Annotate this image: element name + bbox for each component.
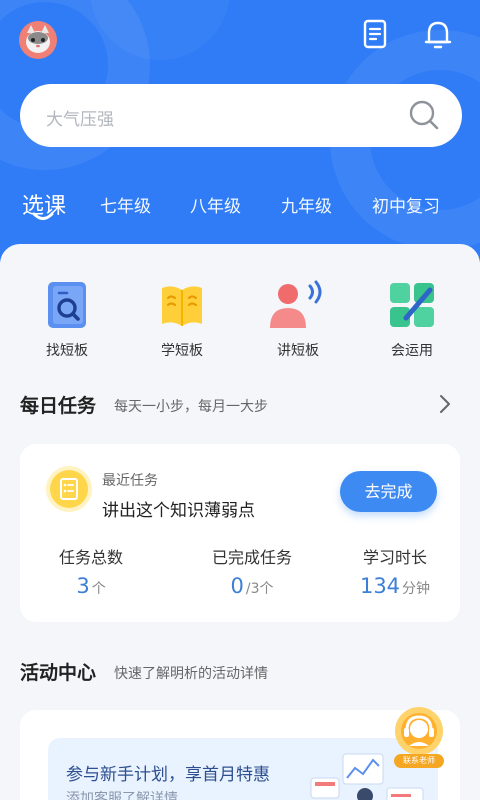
search-bar[interactable]: 大气压强: [20, 84, 462, 147]
cat-avatar-icon: [26, 25, 50, 53]
daily-task-card: 最近任务 讲出这个知识薄弱点 去完成 任务总数 3个 已完成任务 0/3个 学习…: [20, 444, 460, 622]
stat-label: 任务总数: [58, 548, 123, 567]
stat-unit: /3个: [245, 581, 274, 597]
quick-action-label: 学短板: [161, 343, 203, 359]
stat-study-time: 学习时长 134 分钟: [350, 544, 440, 598]
stat-unit: 个: [91, 581, 106, 597]
quick-action-learn-weakness[interactable]: 学短板: [142, 280, 222, 360]
avatar[interactable]: [19, 21, 57, 59]
search-input[interactable]: 大气压强: [46, 105, 114, 130]
newbie-plan-banner[interactable]: 参与新手计划，享首月特惠 添加客服了解详情: [48, 738, 438, 800]
chevron-right-icon[interactable]: [438, 394, 452, 414]
quick-action-find-weakness[interactable]: 找短板: [27, 280, 107, 360]
quick-action-label: 讲短板: [277, 343, 319, 359]
quick-action-label: 找短板: [46, 343, 88, 359]
stat-value: 0: [230, 574, 244, 598]
bell-icon[interactable]: [424, 18, 452, 52]
header: 大气压强 选课 七年级 八年级 九年级 初中复习: [0, 0, 480, 262]
quick-action-label: 会运用: [391, 343, 433, 359]
search-icon[interactable]: [408, 99, 440, 131]
banner-subtitle: 添加客服了解详情: [66, 791, 178, 800]
tab-grade-7[interactable]: 七年级: [100, 192, 151, 217]
activity-center-subtitle: 快速了解明析的活动详情: [114, 666, 268, 682]
quick-action-explain-weakness[interactable]: 讲短板: [258, 280, 338, 360]
tab-grade-9[interactable]: 九年级: [281, 192, 332, 217]
banner-title: 参与新手计划，享首月特惠: [66, 765, 270, 785]
active-tab-indicator: [32, 212, 54, 220]
stat-value: 3: [76, 574, 90, 598]
speaker-person-icon: [270, 280, 322, 328]
daily-tasks-subtitle: 每天一小步，每月一大步: [114, 399, 268, 415]
grade-tabs: 选课 七年级 八年级 九年级 初中复习: [0, 186, 480, 226]
contact-teacher-label: 联系老师: [394, 754, 444, 768]
stat-value: 134: [359, 574, 401, 598]
daily-tasks-title: 每日任务: [20, 395, 97, 417]
open-book-icon: [162, 286, 202, 326]
tab-junior-review[interactable]: 初中复习: [372, 192, 440, 217]
recent-task-title: 讲出这个知识薄弱点: [102, 501, 255, 521]
stat-label: 已完成任务: [211, 548, 292, 567]
task-list-icon: [50, 470, 88, 508]
puzzle-pencil-icon: [390, 283, 434, 327]
contact-teacher-button[interactable]: 联系老师: [392, 706, 446, 770]
tab-grade-8[interactable]: 八年级: [190, 192, 241, 217]
stat-total-tasks: 任务总数 3个: [46, 544, 136, 598]
stat-unit: 分钟: [402, 581, 431, 597]
activity-center-title: 活动中心: [20, 662, 97, 684]
recent-task-label: 最近任务: [102, 473, 158, 489]
quick-action-apply[interactable]: 会运用: [372, 280, 452, 360]
document-icon[interactable]: [362, 18, 390, 52]
stat-completed-tasks: 已完成任务 0/3个: [192, 544, 312, 598]
headset-teacher-icon: [395, 707, 443, 755]
complete-task-button[interactable]: 去完成: [340, 471, 437, 512]
stat-label: 学习时长: [362, 548, 427, 567]
magnifier-book-icon: [48, 282, 86, 328]
